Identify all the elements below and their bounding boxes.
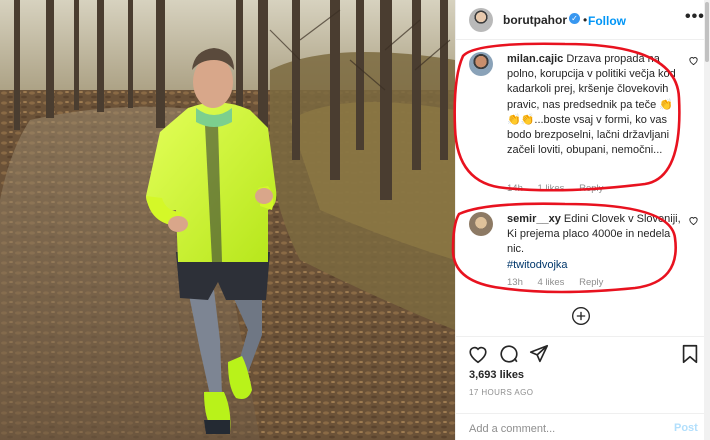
- header-separator: •: [583, 13, 588, 27]
- comment-reply-button[interactable]: Reply: [579, 183, 603, 194]
- add-comment-bar: Post: [456, 413, 710, 440]
- heart-icon[interactable]: [467, 343, 489, 365]
- comment-text: semir__xy Edini Clovek v Sloveniji, Ki p…: [507, 212, 685, 273]
- bookmark-icon[interactable]: [679, 343, 701, 365]
- comment-meta: 13h 4 likes Reply: [507, 277, 615, 288]
- commenter-avatar[interactable]: [469, 212, 493, 236]
- runner-in-forest-image: [0, 0, 455, 440]
- post-header: borutpahor ✓ • Follow •••: [456, 0, 710, 40]
- commenter-avatar[interactable]: [469, 52, 493, 76]
- comment-item: semir__xy Edini Clovek v Sloveniji, Ki p…: [469, 212, 701, 292]
- scrollbar-thumb[interactable]: [705, 2, 709, 62]
- scrollbar[interactable]: [704, 0, 710, 440]
- comment-icon[interactable]: [498, 343, 520, 365]
- follow-button[interactable]: Follow: [588, 14, 626, 28]
- comment-item: milan.cajic Drzava propada na polno, kor…: [469, 52, 701, 197]
- comment-text: milan.cajic Drzava propada na polno, kor…: [507, 52, 685, 158]
- comment-time: 13h: [507, 277, 523, 288]
- author-avatar[interactable]: [469, 8, 493, 32]
- post-sidebar: borutpahor ✓ • Follow ••• milan.cajic Dr…: [455, 0, 710, 440]
- post-actions: 3,693 likes 17 HOURS AGO Post: [456, 336, 710, 440]
- comment-like-heart-icon[interactable]: [688, 55, 699, 66]
- post-timestamp[interactable]: 17 HOURS AGO: [469, 388, 533, 397]
- commenter-username[interactable]: semir__xy: [507, 213, 561, 225]
- comment-reply-button[interactable]: Reply: [579, 277, 603, 288]
- post-comment-button[interactable]: Post: [674, 422, 698, 434]
- comment-likes[interactable]: 4 likes: [538, 277, 565, 288]
- commenter-username[interactable]: milan.cajic: [507, 53, 563, 65]
- post-photo[interactable]: [0, 0, 455, 440]
- comment-like-heart-icon[interactable]: [688, 215, 699, 226]
- comment-likes[interactable]: 1 likes: [538, 183, 565, 194]
- comment-body: Drzava propada na polno, korupcija v pol…: [507, 53, 676, 157]
- likes-count[interactable]: 3,693 likes: [469, 369, 524, 381]
- comment-time: 14h: [507, 183, 523, 194]
- share-icon[interactable]: [528, 343, 550, 365]
- verified-badge-icon: ✓: [569, 13, 580, 24]
- comment-hashtag-link[interactable]: #twitodvojka: [507, 259, 568, 271]
- author-username[interactable]: borutpahor: [503, 13, 567, 27]
- comment-input[interactable]: [469, 421, 659, 437]
- plus-circle-icon[interactable]: [571, 306, 591, 326]
- more-options-icon[interactable]: •••: [685, 8, 705, 26]
- comment-meta: 14h 1 likes Reply: [507, 183, 615, 194]
